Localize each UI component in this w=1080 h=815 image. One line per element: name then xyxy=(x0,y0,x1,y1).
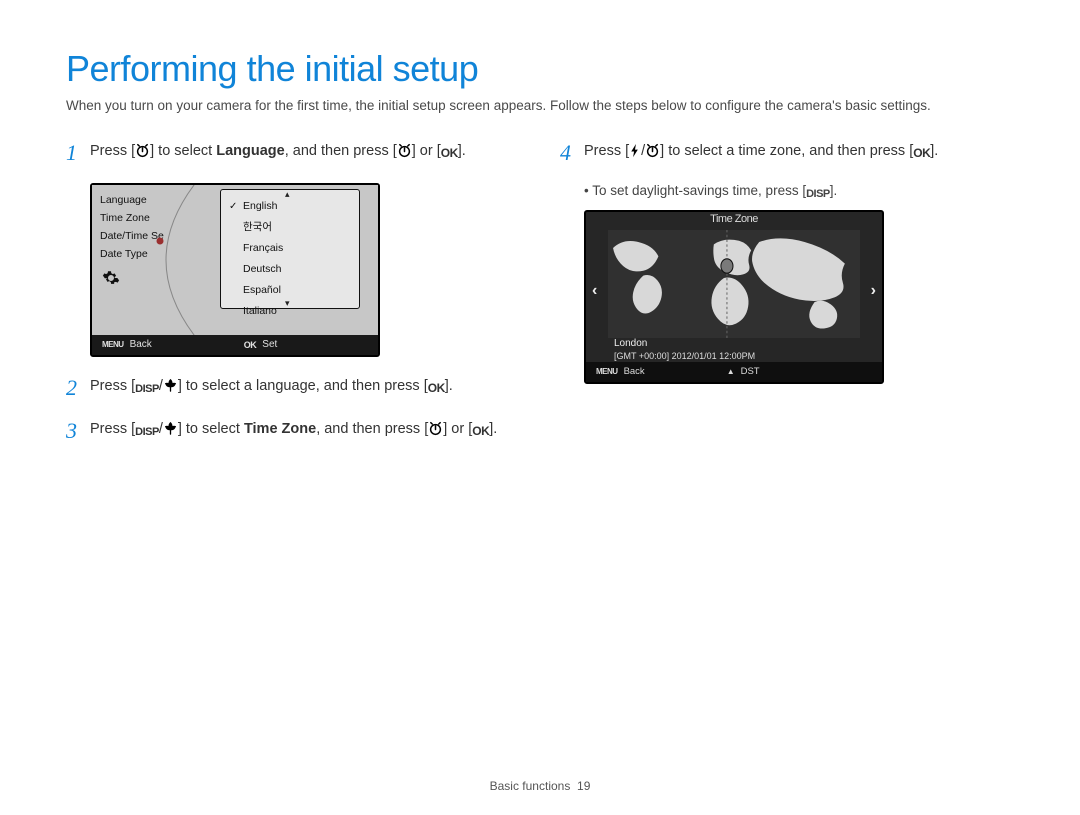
lang-option-french: Français xyxy=(221,238,359,259)
step-2: 2 Press [DISP/] to select a language, an… xyxy=(66,375,520,400)
lcd-language-screen: Language Time Zone Date/Time Se Date Typ… xyxy=(90,183,380,357)
step-3: 3 Press [DISP/] to select Time Zone, and… xyxy=(66,418,520,443)
triangle-up-icon: ▲ xyxy=(727,367,735,376)
gear-icon xyxy=(102,269,120,287)
macro-icon xyxy=(163,378,178,393)
step-4: 4 Press [/] to select a time zone, and t… xyxy=(560,140,1014,165)
bar-dst-label: DST xyxy=(741,366,760,377)
chevron-left-icon: ‹ xyxy=(592,282,597,300)
ok-icon: OK xyxy=(244,340,257,350)
lang-option-spanish: Español xyxy=(221,280,359,301)
menu-item-datetype: Date Type xyxy=(100,245,164,263)
lang-option-italian: Italiano xyxy=(221,301,359,322)
bar-set-label: Set xyxy=(262,339,277,350)
language-dropdown: ▴ English 한국어 Français Deutsch Español I… xyxy=(220,189,360,309)
flash-icon xyxy=(629,143,641,158)
ok-icon: OK xyxy=(441,144,458,163)
lang-option-korean: 한국어 xyxy=(221,217,359,238)
lang-option-german: Deutsch xyxy=(221,259,359,280)
tz-city: London xyxy=(614,338,647,349)
step-number: 1 xyxy=(66,140,90,165)
menu-item-timezone: Time Zone xyxy=(100,209,164,227)
step-1: 1 Press [] to select Language, and then … xyxy=(66,140,520,165)
menu-item-language: Language xyxy=(100,191,164,209)
tz-title: Time Zone xyxy=(584,213,884,225)
timer-icon xyxy=(428,421,443,436)
menu-item-datetime: Date/Time Se xyxy=(100,227,164,245)
left-column: 1 Press [] to select Language, and then … xyxy=(66,140,520,462)
right-column: 4 Press [/] to select a time zone, and t… xyxy=(560,140,1014,462)
intro-text: When you turn on your camera for the fir… xyxy=(66,96,1014,116)
step-number: 3 xyxy=(66,418,90,443)
disp-icon: DISP xyxy=(806,188,830,200)
ok-icon: OK xyxy=(428,379,445,398)
lang-option-english: English xyxy=(221,196,359,217)
step-number: 2 xyxy=(66,375,90,400)
step-4-sub: To set daylight-savings time, press [DIS… xyxy=(584,183,1014,200)
chevron-right-icon: › xyxy=(871,282,876,300)
disp-icon: DISP xyxy=(135,381,159,398)
ok-icon: OK xyxy=(913,144,930,163)
bar-back-label: Back xyxy=(130,339,152,350)
lcd-timezone-screen: Time Zone ‹ › xyxy=(584,210,884,384)
menu-icon: MENU xyxy=(102,340,124,349)
timer-icon xyxy=(645,143,660,158)
page-footer: Basic functions 19 xyxy=(0,779,1080,793)
tz-gmt: [GMT +00:00] 2012/01/01 12:00PM xyxy=(614,351,755,361)
macro-icon xyxy=(163,421,178,436)
disp-icon: DISP xyxy=(135,424,159,441)
chevron-down-icon: ▾ xyxy=(285,298,290,309)
world-map-icon xyxy=(608,230,860,338)
bar-back-label: Back xyxy=(624,366,645,377)
ok-icon: OK xyxy=(472,422,489,441)
timer-icon xyxy=(397,143,412,158)
page-title: Performing the initial setup xyxy=(66,48,1014,90)
menu-icon: MENU xyxy=(596,367,618,376)
timer-icon xyxy=(135,143,150,158)
step-number: 4 xyxy=(560,140,584,165)
